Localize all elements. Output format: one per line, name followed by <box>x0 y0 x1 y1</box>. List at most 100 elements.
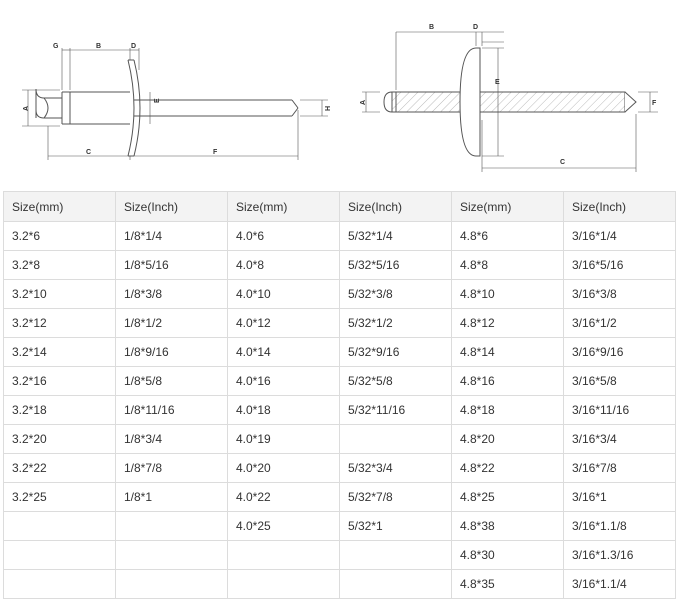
size-mm-cell: 3.2*6 <box>3 221 116 251</box>
dim-label-c: C <box>86 149 91 156</box>
size-mm-cell: 3.2*8 <box>3 250 116 280</box>
dim-label-b: B <box>96 43 101 50</box>
dim-label-d: D <box>131 43 136 50</box>
col-header-size-inch: Size(Inch) <box>563 191 676 222</box>
size-mm-cell: 3.2*10 <box>3 279 116 309</box>
size-inch-cell: 1/8*1 <box>115 482 228 512</box>
size-mm-cell: 3.2*18 <box>3 395 116 425</box>
col-header-size-inch: Size(Inch) <box>339 191 452 222</box>
dim-label-a: A <box>360 100 367 105</box>
rivet-diagrams: G B D A E H C F B D A E F C <box>0 0 679 190</box>
size-mm-cell: 3.2*16 <box>3 366 116 396</box>
size-mm-cell: 4.0*6 <box>227 221 340 251</box>
size-mm-cell: 4.8*20 <box>451 424 564 454</box>
size-inch-cell: 3/16*3/4 <box>563 424 676 454</box>
size-mm-cell: 3.2*25 <box>3 482 116 512</box>
table-row: 4.0*25 5/32*1 4.8*38 3/16*1.1/8 <box>3 511 676 541</box>
table-row: 3.2*6 1/8*1/4 4.0*6 5/32*1/4 4.8*6 3/16*1/4 <box>3 221 676 251</box>
table-row: 3.2*8 1/8*5/16 4.0*8 5/32*5/16 4.8*8 3/16*5/1… <box>3 250 676 280</box>
table-row: 3.2*12 1/8*1/2 4.0*12 5/32*1/2 4.8*12 3/16*1/… <box>3 308 676 338</box>
size-inch-cell: 5/32*5/16 <box>339 250 452 280</box>
col-header-size-inch: Size(Inch) <box>115 191 228 222</box>
size-mm-cell <box>3 569 116 599</box>
dim-label-a: A <box>23 106 30 111</box>
size-mm-cell: 4.0*19 <box>227 424 340 454</box>
col-header-size-mm: Size(mm) <box>451 191 564 222</box>
size-inch-cell: 5/32*9/16 <box>339 337 452 367</box>
size-mm-cell: 4.0*14 <box>227 337 340 367</box>
dim-label-f: F <box>652 100 657 107</box>
size-inch-cell <box>115 569 228 599</box>
size-inch-cell: 5/32*5/8 <box>339 366 452 396</box>
size-mm-cell: 4.8*12 <box>451 308 564 338</box>
size-inch-cell: 5/32*3/4 <box>339 453 452 483</box>
size-mm-cell <box>227 540 340 570</box>
size-inch-cell: 1/8*1/2 <box>115 308 228 338</box>
size-mm-cell <box>227 569 340 599</box>
size-mm-cell: 4.8*14 <box>451 337 564 367</box>
size-mm-cell <box>3 540 116 570</box>
size-inch-cell: 3/16*1/2 <box>563 308 676 338</box>
rivet-dimension-diagram-left: G B D A E H C F <box>22 43 332 160</box>
size-inch-cell: 1/8*1/4 <box>115 221 228 251</box>
size-inch-cell: 5/32*7/8 <box>339 482 452 512</box>
size-mm-cell: 3.2*14 <box>3 337 116 367</box>
size-inch-cell: 5/32*1/4 <box>339 221 452 251</box>
size-inch-cell: 3/16*1.1/4 <box>563 569 676 599</box>
size-inch-cell <box>339 540 452 570</box>
size-inch-cell: 1/8*3/8 <box>115 279 228 309</box>
table-row: 3.2*25 1/8*1 4.0*22 5/32*7/8 4.8*25 3/16*1 <box>3 482 676 512</box>
size-mm-cell: 4.8*6 <box>451 221 564 251</box>
dim-label-e: E <box>495 79 500 86</box>
dim-label-b: B <box>429 24 434 31</box>
size-mm-cell: 4.0*10 <box>227 279 340 309</box>
size-inch-cell: 1/8*3/4 <box>115 424 228 454</box>
table-row: 3.2*18 1/8*11/16 4.0*18 5/32*11/16 4.8*18 3/1… <box>3 395 676 425</box>
dim-label-h: H <box>325 106 332 111</box>
size-inch-cell <box>339 424 452 454</box>
size-inch-cell <box>115 540 228 570</box>
table-row: 3.2*16 1/8*5/8 4.0*16 5/32*5/8 4.8*16 3/16*5/… <box>3 366 676 396</box>
size-mm-cell: 4.0*8 <box>227 250 340 280</box>
size-inch-cell: 5/32*1 <box>339 511 452 541</box>
table-header-row: Size(mm) Size(Inch) Size(mm) Size(Inch) … <box>3 191 676 222</box>
size-mm-cell: 3.2*20 <box>3 424 116 454</box>
rivet-size-table: Size(mm) Size(Inch) Size(mm) Size(Inch) … <box>3 191 676 599</box>
size-inch-cell: 3/16*9/16 <box>563 337 676 367</box>
size-mm-cell: 4.0*22 <box>227 482 340 512</box>
dim-label-d: D <box>473 24 478 31</box>
size-mm-cell: 4.0*25 <box>227 511 340 541</box>
size-inch-cell: 1/8*5/16 <box>115 250 228 280</box>
size-inch-cell: 5/32*1/2 <box>339 308 452 338</box>
size-mm-cell: 4.0*20 <box>227 453 340 483</box>
table-row: 4.8*30 3/16*1.3/16 <box>3 540 676 570</box>
size-mm-cell: 4.8*10 <box>451 279 564 309</box>
dim-label-g: G <box>53 43 59 50</box>
table-row: 3.2*14 1/8*9/16 4.0*14 5/32*9/16 4.8*14 3/16*… <box>3 337 676 367</box>
size-mm-cell: 4.0*12 <box>227 308 340 338</box>
dim-label-e: E <box>154 98 161 103</box>
size-mm-cell: 4.8*25 <box>451 482 564 512</box>
size-inch-cell <box>115 511 228 541</box>
size-mm-cell: 4.8*22 <box>451 453 564 483</box>
dim-label-f: F <box>213 149 218 156</box>
size-inch-cell: 5/32*11/16 <box>339 395 452 425</box>
size-inch-cell: 1/8*11/16 <box>115 395 228 425</box>
size-mm-cell: 3.2*22 <box>3 453 116 483</box>
size-mm-cell <box>3 511 116 541</box>
size-inch-cell: 3/16*7/8 <box>563 453 676 483</box>
size-inch-cell <box>339 569 452 599</box>
table-row: 3.2*22 1/8*7/8 4.0*20 5/32*3/4 4.8*22 3/16*7/… <box>3 453 676 483</box>
size-inch-cell: 3/16*5/8 <box>563 366 676 396</box>
dim-label-c: C <box>560 159 565 166</box>
size-mm-cell: 4.0*16 <box>227 366 340 396</box>
size-mm-cell: 4.8*35 <box>451 569 564 599</box>
size-inch-cell: 3/16*3/8 <box>563 279 676 309</box>
size-mm-cell: 4.8*18 <box>451 395 564 425</box>
size-inch-cell: 3/16*5/16 <box>563 250 676 280</box>
size-mm-cell: 3.2*12 <box>3 308 116 338</box>
size-inch-cell: 3/16*1/4 <box>563 221 676 251</box>
size-inch-cell: 1/8*9/16 <box>115 337 228 367</box>
rivet-dimension-diagram-right: B D A E F C <box>360 24 658 172</box>
size-mm-cell: 4.8*38 <box>451 511 564 541</box>
